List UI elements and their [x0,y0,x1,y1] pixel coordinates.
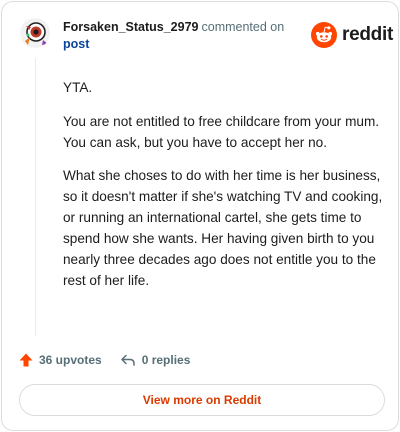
view-more-button[interactable]: View more on Reddit [19,384,385,416]
reply-button[interactable]: 0 replies [120,352,191,368]
reddit-snoo-icon [311,22,337,48]
reddit-wordmark: reddit [342,24,393,45]
comment-actions: 36 upvotes 0 replies [18,350,190,370]
commented-on-text: commented on [201,20,285,34]
comment-paragraph: You are not entitled to free childcare f… [63,113,380,150]
comment-paragraph: What she choses to do with her time is h… [63,168,383,288]
comment-header: Forsaken_Status_2979 commented on post [63,19,303,53]
reddit-logo[interactable]: reddit [311,22,393,48]
comment-body: YTA. You are not entitled to free childc… [63,77,383,304]
upvote-button[interactable]: 36 upvotes [18,352,102,368]
username-link[interactable]: Forsaken_Status_2979 [63,20,199,34]
post-link[interactable]: post [63,37,89,51]
upvote-arrow-icon [19,353,33,367]
upvote-count: 36 upvotes [39,353,102,367]
avatar-icon [20,18,50,48]
thread-line [35,58,36,336]
user-avatar[interactable] [20,18,50,48]
comment-paragraph: YTA. [63,80,93,95]
reply-count: 0 replies [141,353,191,367]
embedded-comment-card: Forsaken_Status_2979 commented on post re… [1,1,399,431]
reply-arrow-icon [120,354,135,366]
